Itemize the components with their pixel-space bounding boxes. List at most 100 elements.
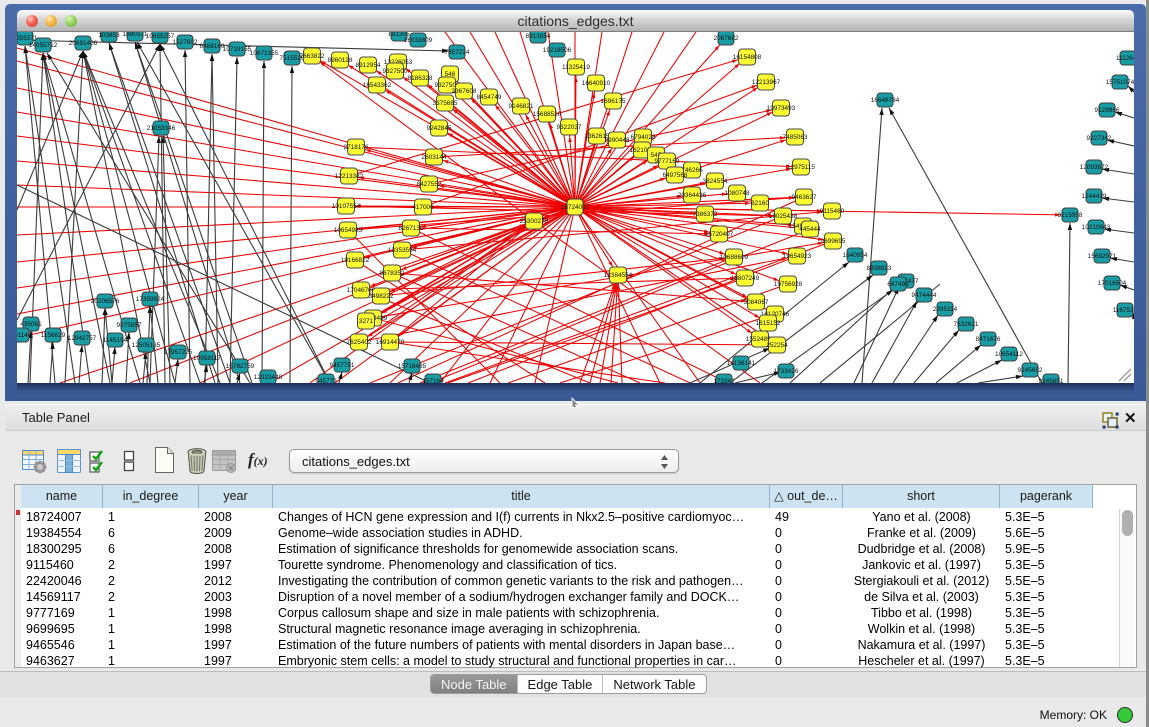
svg-text:7663822: 7663822 xyxy=(300,53,325,60)
svg-text:25300275: 25300275 xyxy=(520,218,549,225)
svg-text:10671355: 10671355 xyxy=(250,50,279,57)
svg-text:9327500: 9327500 xyxy=(383,68,408,75)
svg-text:17957225: 17957225 xyxy=(164,349,193,356)
svg-text:252254: 252254 xyxy=(766,342,788,349)
svg-text:16154808: 16154808 xyxy=(733,54,762,61)
svg-text:12923448: 12923448 xyxy=(254,374,283,381)
svg-text:18807249: 18807249 xyxy=(731,275,760,282)
svg-text:11325419: 11325419 xyxy=(562,64,590,71)
svg-text:7632621: 7632621 xyxy=(954,321,979,328)
svg-text:9227342: 9227342 xyxy=(1087,135,1112,142)
svg-text:1156829: 1156829 xyxy=(41,332,66,339)
svg-text:8960128: 8960128 xyxy=(328,57,353,64)
svg-text:8267130: 8267130 xyxy=(399,225,424,232)
svg-text:10654112: 10654112 xyxy=(995,351,1023,358)
svg-text:15692971: 15692971 xyxy=(1088,253,1117,260)
svg-text:3271: 3271 xyxy=(359,318,374,325)
svg-text:1890371: 1890371 xyxy=(123,32,148,38)
svg-text:2087682: 2087682 xyxy=(714,35,739,42)
svg-text:9245652: 9245652 xyxy=(1018,367,1043,374)
svg-text:12384554: 12384554 xyxy=(604,272,633,279)
svg-text:8427552: 8427552 xyxy=(417,181,442,188)
svg-text:9146821: 9146821 xyxy=(509,103,534,110)
svg-text:7625402: 7625402 xyxy=(347,339,372,346)
svg-text:667496: 667496 xyxy=(887,281,909,288)
svg-text:8215958: 8215958 xyxy=(1058,212,1083,219)
svg-text:6497568: 6497568 xyxy=(663,172,688,179)
svg-text:417006: 417006 xyxy=(412,204,434,211)
svg-text:3824554: 3824554 xyxy=(703,178,728,185)
svg-text:9129966: 9129966 xyxy=(1095,107,1120,114)
svg-text:14136141: 14136141 xyxy=(727,360,756,367)
svg-text:1112644: 1112644 xyxy=(1116,55,1134,62)
svg-text:12975115: 12975115 xyxy=(787,164,815,171)
svg-text:1167533: 1167533 xyxy=(1113,307,1134,314)
svg-text:2718176: 2718176 xyxy=(344,144,369,151)
svg-text:10025438: 10025438 xyxy=(769,213,798,220)
svg-text:20364436: 20364436 xyxy=(678,192,707,199)
svg-text:9777169: 9777169 xyxy=(655,158,680,165)
svg-text:15720407: 15720407 xyxy=(705,231,734,238)
svg-text:16914479: 16914479 xyxy=(376,339,405,346)
svg-text:6794028: 6794028 xyxy=(631,134,656,141)
svg-text:1244419: 1244419 xyxy=(1082,193,1107,200)
svg-text:19218506: 19218506 xyxy=(543,47,572,54)
svg-text:62160: 62160 xyxy=(751,200,769,207)
svg-text:9699695: 9699695 xyxy=(821,238,846,245)
svg-text:2603144: 2603144 xyxy=(422,154,447,161)
svg-text:17359924: 17359924 xyxy=(136,296,165,303)
svg-text:8186328: 8186328 xyxy=(408,75,433,82)
svg-text:10654985: 10654985 xyxy=(334,227,363,234)
svg-text:8471676: 8471676 xyxy=(976,336,1001,343)
svg-text:9322037: 9322037 xyxy=(557,124,582,131)
svg-text:8912954: 8912954 xyxy=(356,62,381,69)
svg-text:10210643: 10210643 xyxy=(1082,224,1111,231)
svg-text:3498222: 3498222 xyxy=(369,293,394,300)
svg-text:1733426: 1733426 xyxy=(774,368,799,375)
svg-text:15751074: 15751074 xyxy=(1106,79,1134,86)
svg-text:16033809: 16033809 xyxy=(404,37,433,44)
svg-text:15688520: 15688520 xyxy=(533,111,562,118)
svg-text:1080748: 1080748 xyxy=(725,190,750,197)
svg-text:8813054: 8813054 xyxy=(526,33,551,40)
svg-text:16640910: 16640910 xyxy=(582,80,611,87)
svg-text:9242845: 9242845 xyxy=(427,125,452,132)
svg-text:15716485: 15716485 xyxy=(398,363,427,370)
svg-text:1527602: 1527602 xyxy=(173,39,198,46)
svg-text:10688609: 10688609 xyxy=(720,254,749,261)
svg-text:12213967: 12213967 xyxy=(752,79,781,86)
svg-text:3375685: 3375685 xyxy=(433,100,458,107)
svg-text:9457791: 9457791 xyxy=(330,362,355,369)
svg-text:8678352: 8678352 xyxy=(380,270,405,277)
svg-text:9463627: 9463627 xyxy=(792,194,817,201)
svg-text:1145194: 1145194 xyxy=(103,337,128,344)
svg-text:103853: 103853 xyxy=(98,32,120,39)
svg-text:19166822: 19166822 xyxy=(341,257,370,264)
svg-text:1615152: 1615152 xyxy=(756,320,781,327)
svg-text:9115460: 9115460 xyxy=(820,208,845,215)
svg-text:21053346: 21053346 xyxy=(147,125,176,132)
svg-text:3084067: 3084067 xyxy=(744,299,769,306)
svg-text:12213382: 12213382 xyxy=(335,173,364,180)
svg-text:435061: 435061 xyxy=(20,321,42,328)
svg-text:19756928: 19756928 xyxy=(774,281,803,288)
svg-text:14055712: 14055712 xyxy=(29,42,58,49)
svg-text:17016504: 17016504 xyxy=(1098,280,1127,287)
svg-text:445444: 445444 xyxy=(799,226,821,233)
svg-text:6466160: 6466160 xyxy=(200,43,225,50)
svg-text:1696175: 1696175 xyxy=(601,98,626,105)
svg-text:7357224: 7357224 xyxy=(445,49,470,56)
svg-text:18724007: 18724007 xyxy=(561,204,590,211)
svg-text:10107554: 10107554 xyxy=(332,203,361,210)
svg-text:7485063: 7485063 xyxy=(783,134,808,141)
svg-text:8454749: 8454749 xyxy=(477,94,502,101)
svg-text:9474444: 9474444 xyxy=(912,292,937,299)
svg-text:19654923: 19654923 xyxy=(783,253,812,260)
svg-text:12505135: 12505135 xyxy=(132,342,161,349)
svg-text:12093872: 12093872 xyxy=(1080,164,1109,171)
svg-text:2367608: 2367608 xyxy=(452,88,477,95)
svg-text:10973493: 10973493 xyxy=(767,105,796,112)
svg-text:10958117: 10958117 xyxy=(193,355,221,362)
svg-text:20206576: 20206576 xyxy=(91,298,120,305)
svg-text:10655257: 10655257 xyxy=(146,33,175,40)
